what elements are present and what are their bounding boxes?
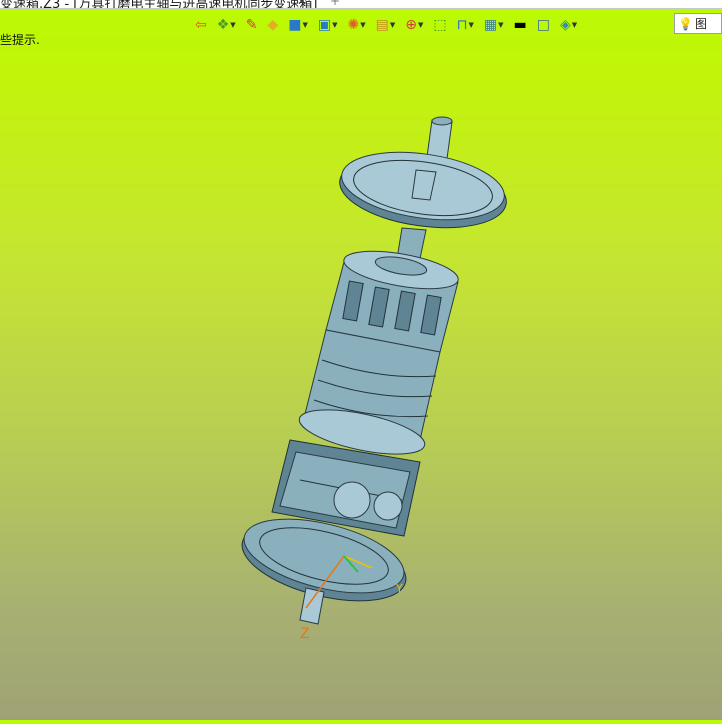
z-axis-label: Z — [300, 626, 310, 642]
solid-button[interactable]: ◆ — [266, 15, 279, 35]
dropdown-arrow-icon[interactable]: ▼ — [360, 15, 365, 35]
pencil-icon: ✎ — [245, 17, 258, 33]
frame-icon: ▤ — [375, 17, 389, 33]
y-axis-label: Y — [395, 582, 403, 595]
view-toolbar: ⇦ ❖ ▼ ✎ ◆ ■ ▼ ▣ ▼ ✺ ▼ ▤ ▼ ⊕ ▼ ⬚ ⊓ ▼ ▦ ▼ ▬ □ ◈ ▼ — [194, 14, 722, 36]
box-button[interactable]: ■ ▼ — [287, 15, 309, 35]
layer-stack-icon: ◈ — [559, 17, 571, 33]
document-tab-title[interactable]: 变速箱.Z3 - [万具打磨电主轴与进高速电机同步变速箱] — [0, 0, 317, 8]
sphere-icon: ✺ — [347, 17, 360, 33]
dropdown-arrow-icon[interactable]: ▼ — [572, 15, 577, 35]
target-icon: ⊕ — [405, 17, 417, 33]
exit-button[interactable]: ⇦ — [194, 15, 208, 35]
bulb-icon: 💡 — [678, 16, 693, 31]
dropdown-arrow-icon[interactable]: ▼ — [230, 15, 235, 35]
target-button[interactable]: ⊕ ▼ — [404, 15, 424, 35]
display-icon: ▦ — [483, 17, 498, 33]
dropdown-arrow-icon[interactable]: ▼ — [418, 15, 423, 35]
add-tab-icon[interactable]: + — [330, 0, 340, 8]
solid-icon: ◆ — [267, 17, 279, 33]
color-swatch-button[interactable]: □ — [536, 15, 551, 35]
color-swatch-icon: □ — [536, 17, 550, 33]
box-icon: ■ — [288, 17, 302, 33]
measure-button[interactable]: ⊓ ▼ — [456, 15, 475, 35]
3d-viewport[interactable]: Z Y — [0, 45, 722, 720]
display-button[interactable]: ▦ ▼ — [483, 15, 505, 35]
command-search-box[interactable]: 💡 图 — [674, 13, 722, 34]
layers-button[interactable]: ❖ ▼ — [216, 15, 237, 35]
line-style-button[interactable]: ▬ — [513, 15, 528, 35]
sphere-button[interactable]: ✺ ▼ — [346, 15, 366, 35]
layers-icon: ❖ — [216, 17, 230, 33]
dropdown-arrow-icon[interactable]: ▼ — [302, 15, 307, 35]
dropdown-arrow-icon[interactable]: ▼ — [390, 15, 395, 35]
views-button[interactable]: ▣ ▼ — [317, 15, 339, 35]
exit-icon: ⇦ — [195, 17, 207, 33]
zoom-area-button[interactable]: ⬚ — [432, 15, 447, 35]
assembly-model[interactable]: Z Y — [0, 45, 722, 720]
measure-icon: ⊓ — [456, 17, 468, 33]
close-tab-icon[interactable]: ✕ — [297, 0, 307, 8]
top-shaft-end — [431, 116, 453, 126]
views-icon: ▣ — [317, 17, 332, 33]
dropdown-arrow-icon[interactable]: ▼ — [469, 15, 474, 35]
title-tab-bar: 变速箱.Z3 - [万具打磨电主轴与进高速电机同步变速箱] ✕ + — [0, 0, 722, 9]
bottom-shaft — [299, 587, 325, 625]
zoom-area-icon: ⬚ — [433, 17, 447, 33]
line-style-icon: ▬ — [513, 17, 527, 33]
search-input[interactable]: 图 — [695, 15, 707, 32]
planet-gear-2 — [373, 491, 403, 521]
frame-button[interactable]: ▤ ▼ — [375, 15, 397, 35]
pencil-button[interactable]: ✎ — [245, 15, 259, 35]
dropdown-arrow-icon[interactable]: ▼ — [498, 15, 503, 35]
planet-gear — [333, 481, 371, 519]
dropdown-arrow-icon[interactable]: ▼ — [332, 15, 337, 35]
layer-stack-button[interactable]: ◈ ▼ — [559, 15, 578, 35]
